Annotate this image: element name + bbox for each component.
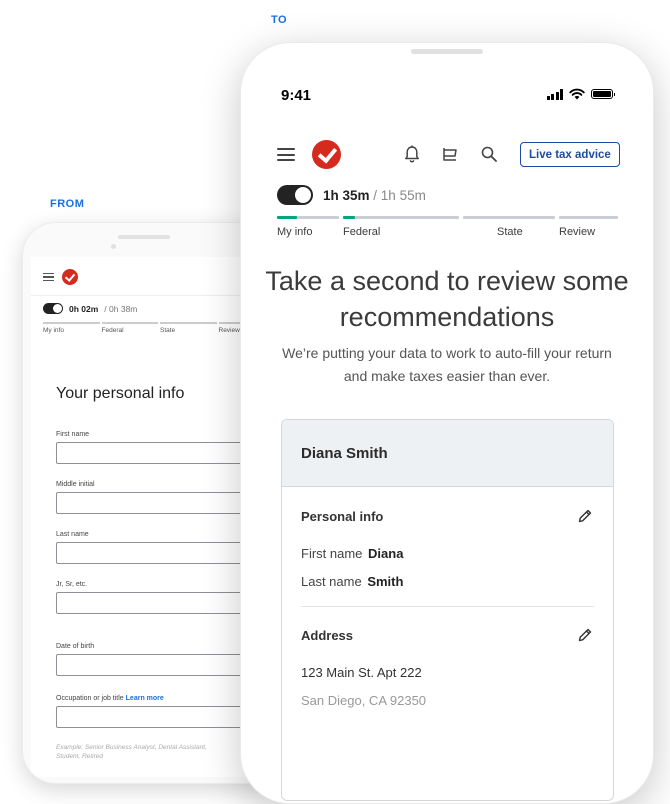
live-tax-advice-button[interactable]: Live tax advice [520, 142, 620, 167]
menu-icon[interactable] [277, 148, 295, 161]
wifi-icon [569, 88, 585, 100]
phone-speaker [411, 49, 483, 54]
status-time: 9:41 [281, 87, 312, 104]
to-phone: 9:41 Live tax advice 1h 35m / 1h 55m My … [240, 42, 654, 804]
progress-steps: My info Federal State Review [277, 216, 618, 238]
from-header [43, 269, 78, 285]
address-line-1: 123 Main St. Apt 222 [301, 665, 422, 680]
from-label: FROM [50, 198, 85, 210]
edit-address-pencil-icon[interactable] [577, 627, 593, 643]
edit-personal-info-pencil-icon[interactable] [577, 508, 593, 524]
step-review[interactable]: Review [559, 216, 618, 238]
step-state[interactable]: State [463, 216, 555, 238]
step-progress-fill [343, 216, 355, 219]
learn-more-link[interactable]: Learn more [126, 695, 164, 702]
first-name-label: First name [301, 546, 363, 561]
signal-icon [546, 88, 563, 100]
field-label-text: Occupation or job title [56, 695, 124, 702]
personal-info-title: Personal info [301, 509, 384, 524]
battery-icon [591, 89, 615, 99]
app-header: Live tax advice [277, 139, 620, 169]
step-label: State [497, 226, 523, 238]
menu-icon[interactable] [43, 273, 54, 281]
timer-toggle[interactable] [277, 185, 313, 205]
timer-total: / 1h 55m [373, 187, 426, 203]
step-progress-fill [277, 216, 298, 219]
subheadline: We’re putting your data to work to auto-… [282, 345, 612, 384]
status-icons [546, 88, 615, 100]
bell-icon[interactable] [402, 144, 422, 164]
timer-text: 1h 35m / 1h 55m [323, 188, 426, 203]
step-label: My info [43, 327, 64, 334]
address-title: Address [301, 628, 354, 643]
last-name-value: Smith [367, 574, 404, 589]
timer-elapsed: 0h 02m [69, 303, 99, 314]
step-label: State [160, 327, 176, 334]
cart-icon[interactable] [440, 144, 460, 164]
first-name-value: Diana [368, 546, 404, 561]
step-federal[interactable]: Federal [101, 322, 158, 334]
search-icon[interactable] [479, 144, 499, 164]
phone-speaker [118, 235, 170, 239]
step-my-info[interactable]: My info [43, 322, 100, 334]
to-label: TO [271, 14, 288, 26]
step-label: Review [559, 226, 596, 238]
from-screen: 0h 02m / 0h 38m My info Federal State Re… [31, 257, 276, 777]
to-screen: 9:41 Live tax advice 1h 35m / 1h 55m My … [257, 67, 637, 803]
divider [31, 295, 275, 296]
headline: Take a second to review some recommendat… [265, 266, 629, 332]
timer-row: 1h 35m / 1h 55m [277, 185, 426, 205]
phone-camera [111, 244, 116, 249]
timer-elapsed: 1h 35m [323, 187, 370, 203]
review-card: Diana Smith Personal info First name Dia… [281, 419, 614, 801]
occupation-example: Example: Senior Business Analyst, Dental… [56, 744, 207, 760]
step-federal[interactable]: Federal [343, 216, 459, 238]
brand-logo-icon[interactable] [312, 140, 341, 169]
step-label: My info [277, 226, 313, 238]
step-state[interactable]: State [160, 322, 217, 334]
timer-toggle[interactable] [43, 303, 63, 314]
timer-total: / 0h 38m [104, 303, 138, 314]
address-line-2: San Diego, CA 92350 [301, 693, 427, 708]
first-name-row: First name Diana [301, 546, 403, 561]
from-timer: 0h 02m / 0h 38m [43, 303, 137, 314]
card-header-name: Diana Smith [282, 420, 613, 487]
last-name-label: Last name [301, 574, 362, 589]
step-label: Federal [343, 226, 381, 238]
step-my-info[interactable]: My info [277, 216, 339, 238]
brand-logo-icon[interactable] [62, 269, 78, 285]
divider [301, 606, 594, 607]
step-label: Federal [101, 327, 124, 334]
page-title: Your personal info [56, 385, 185, 402]
last-name-row: Last name Smith [301, 574, 403, 589]
